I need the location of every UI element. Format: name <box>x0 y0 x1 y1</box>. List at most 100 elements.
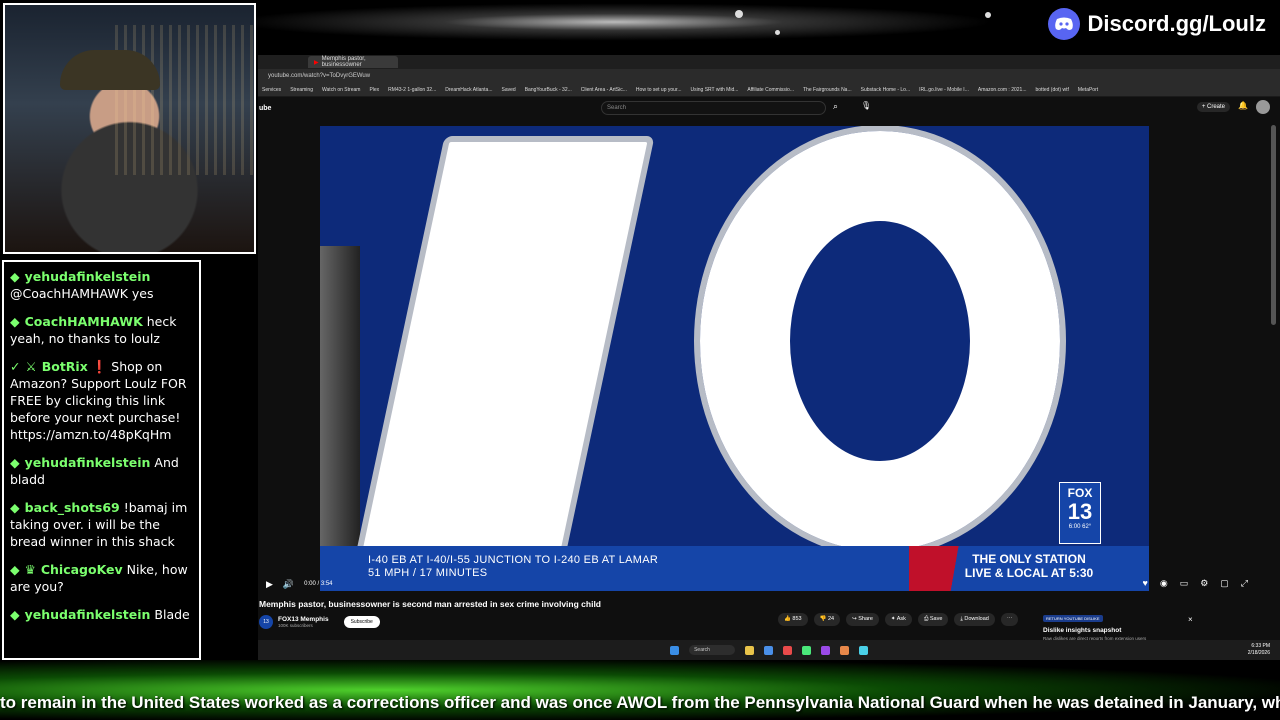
avatar[interactable] <box>1256 100 1270 114</box>
theater-icon[interactable]: ▢ <box>1220 578 1229 589</box>
bookmark-item[interactable]: Using SRT with Mid... <box>691 87 739 93</box>
fullscreen-icon[interactable]: ⤢ <box>1241 578 1248 589</box>
like-button[interactable]: 👍 853 <box>778 613 808 626</box>
folder-icon[interactable] <box>744 645 754 655</box>
diamond-icon: ◆ <box>10 500 20 515</box>
chat-username: BotRix <box>41 359 88 374</box>
bookmark-item[interactable]: IRL.go.live - Mobile I... <box>919 87 969 93</box>
play-icon[interactable]: ▶ <box>266 579 273 590</box>
splash-droplet <box>735 10 743 18</box>
create-button[interactable]: + Create <box>1196 102 1230 112</box>
bookmark-item[interactable]: RM43-2 1-gallon 32... <box>388 87 436 93</box>
bug-time: 6:00 62° <box>1068 524 1092 530</box>
share-button[interactable]: ↪ Share <box>846 613 879 626</box>
video-left-shadow <box>320 246 360 546</box>
bookmark-item[interactable]: Watch on Stream <box>322 87 360 93</box>
channel-avatar[interactable]: 13 <box>259 615 273 629</box>
more-options-icon[interactable]: ⋯ <box>1000 613 1019 626</box>
app-icon[interactable] <box>763 645 773 655</box>
save-label: Save <box>929 616 943 622</box>
bookmark-item[interactable]: Amazon.com : 2021... <box>978 87 1027 93</box>
clock-time: 6:33 PM <box>1251 643 1270 649</box>
video-player[interactable]: FOX 13 6:00 62° I-40 EB AT I-40/I-55 JUN… <box>320 126 1149 591</box>
bookmark-item[interactable]: Saved <box>502 87 516 93</box>
share-label: Share <box>858 616 873 622</box>
microphone-icon[interactable]: 🎙 <box>861 101 871 110</box>
discord-link: Discord.gg/Loulz <box>1047 8 1266 40</box>
dislike-button[interactable]: 👎 24 <box>813 613 841 626</box>
dislike-insights-panel: RETURN YOUTUBE DISLIKE Dislike insights … <box>1043 607 1198 641</box>
ask-button[interactable]: ✦ Ask <box>884 613 912 626</box>
bookmark-item[interactable]: DreamHack Atlanta... <box>445 87 492 93</box>
subscribe-button[interactable]: Subscribe <box>343 616 380 628</box>
ticker-text: to remain in the United States worked as… <box>0 693 1280 712</box>
save-button[interactable]: ⎙ Save <box>917 613 949 626</box>
bookmark-item[interactable]: BangYourBuck - 32... <box>525 87 572 93</box>
taskbar-search[interactable]: Search <box>689 645 735 655</box>
verified-icon: ✓ <box>10 359 21 374</box>
start-icon[interactable] <box>670 645 680 655</box>
webcam-feed <box>3 3 256 254</box>
app-icon[interactable] <box>820 645 830 655</box>
diamond-icon: ◆ <box>10 455 20 470</box>
address-bar[interactable]: youtube.com/watch?v=ToDvyrGEWuw <box>258 69 1280 83</box>
close-icon[interactable]: × <box>1188 615 1193 624</box>
video-actions: 👍 853 👎 24 ↪ Share ✦ Ask ⎙ Save ⤓ Downlo… <box>778 613 1019 626</box>
bookmark-item[interactable]: The Fairgrounds Na... <box>803 87 852 93</box>
bookmark-item[interactable]: MetaPort <box>1078 87 1098 93</box>
bookmark-item[interactable]: Affiliate Commissio... <box>747 87 794 93</box>
chat-message: ◆ yehudafinkelstein @CoachHAMHAWK yes <box>10 268 193 302</box>
diamond-icon: ◆ <box>10 269 20 284</box>
chat-message: ◆ CoachHAMHAWK heck yeah, no thanks to lo… <box>10 313 193 347</box>
bookmark-item[interactable]: Client Area - ArtSic... <box>581 87 627 93</box>
tab-bar: ▶ Memphis pastor, businessowner <box>258 55 1280 69</box>
captions-icon[interactable]: ▭ <box>1180 578 1189 589</box>
chat-message: ◆ yehudafinkelstein And bladd <box>10 454 193 488</box>
browser-window: ▶ Memphis pastor, businessowner youtube.c… <box>258 55 1280 660</box>
bookmark-item[interactable]: Streaming <box>290 87 313 93</box>
bookmark-item[interactable]: Plex <box>369 87 379 93</box>
streamer-cap <box>60 50 160 90</box>
bookmark-item[interactable]: botted (dot) wtf <box>1036 87 1069 93</box>
discord-icon <box>1047 8 1080 40</box>
bookmark-item[interactable]: How to set up your... <box>636 87 682 93</box>
bell-icon[interactable]: 🔔 <box>1238 101 1248 110</box>
chat-message: ◆ ♛ ChicagoKev Nike, how are you? <box>10 561 193 595</box>
system-clock[interactable]: 6:33 PM 2/18/2026 <box>1248 643 1270 657</box>
youtube-header: ube Search ⌕ 🎙 + Create 🔔 <box>258 97 1280 119</box>
browser-tab[interactable]: ▶ Memphis pastor, businessowner <box>308 56 398 68</box>
download-button[interactable]: ⤓ Download <box>954 613 995 626</box>
app-icon[interactable] <box>782 645 792 655</box>
app-icon[interactable] <box>839 645 849 655</box>
heart-icon[interactable]: ♥ <box>1142 578 1147 589</box>
bookmark-item[interactable]: Substack Home - Lo... <box>861 87 910 93</box>
channel-subs: 100K subscribers <box>278 623 313 628</box>
like-count: 853 <box>792 616 802 622</box>
settings-icon[interactable]: ⚙ <box>1200 578 1208 589</box>
page-scrollbar[interactable] <box>1271 125 1276 325</box>
youtube-icon: ▶ <box>314 59 319 66</box>
channel-name[interactable]: FOX13 Memphis <box>278 616 329 623</box>
chat-panel: ◆ yehudafinkelstein @CoachHAMHAWK yes ◆ Coa… <box>2 260 201 660</box>
city-lights <box>115 25 254 175</box>
youtube-logo[interactable]: ube <box>259 105 271 112</box>
search-icon[interactable]: ⌕ <box>833 101 838 112</box>
clock-date: 2/18/2026 <box>1247 650 1270 656</box>
crown-icon: ♛ <box>24 562 36 577</box>
volume-icon[interactable]: 🔊 <box>283 579 294 590</box>
search-input[interactable]: Search <box>601 101 826 115</box>
app-icon[interactable] <box>858 645 868 655</box>
diamond-icon: ◆ <box>10 562 20 577</box>
dislike-count: 24 <box>827 616 835 622</box>
chat-message: ◆ yehudafinkelstein Blade <box>10 606 193 623</box>
app-icon[interactable] <box>801 645 811 655</box>
bug-number: 13 <box>1067 499 1093 524</box>
chat-username: yehudafinkelstein <box>24 607 151 622</box>
autoplay-icon[interactable]: ◉ <box>1160 578 1168 589</box>
dislike-title: Dislike insights snapshot <box>1043 627 1122 634</box>
chat-username: yehudafinkelstein <box>24 455 151 470</box>
chat-username: CoachHAMHAWK <box>24 314 143 329</box>
logo-digit-three <box>700 131 1060 551</box>
bookmark-item[interactable]: Services <box>262 87 281 93</box>
chat-username: yehudafinkelstein <box>24 269 151 284</box>
